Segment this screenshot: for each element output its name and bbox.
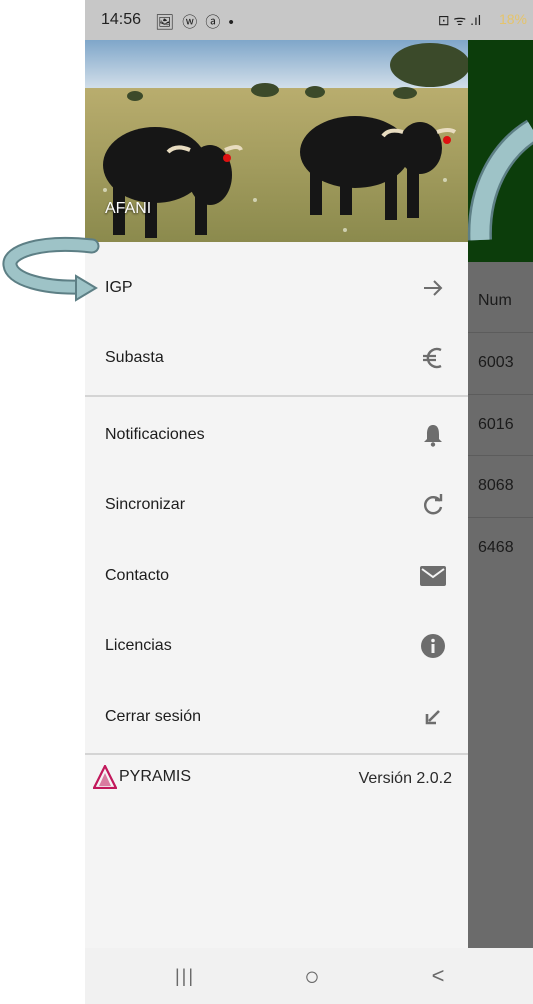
refresh-icon <box>420 492 446 518</box>
menu-item-licencias[interactable]: Licencias <box>85 614 468 678</box>
curved-arrow-igp-icon <box>2 236 100 302</box>
background-app-header <box>468 40 533 262</box>
menu-item-label: Sincronizar <box>105 496 186 513</box>
arrow-down-left-icon <box>420 704 446 730</box>
drawer-header-image: AFANI <box>85 40 468 242</box>
home-icon: ○ <box>304 960 320 991</box>
menu-item-label: Licencias <box>105 637 172 654</box>
background-row-value: 6468 <box>478 539 514 556</box>
menu-item-notificaciones[interactable]: Notificaciones <box>85 403 468 467</box>
footer-divider <box>85 753 468 755</box>
menu-item-label: Cerrar sesión <box>105 708 202 725</box>
menu-item-sincronizar[interactable]: Sincronizar <box>85 473 468 537</box>
background-row-divider <box>468 455 533 456</box>
arrow-right-icon <box>420 275 446 301</box>
menu-item-label: Notificaciones <box>105 426 205 443</box>
background-app: Num 6003 6016 8068 6468 <box>468 0 533 948</box>
pyramid-logo-icon <box>93 765 117 789</box>
drawer-header-label: AFANI <box>105 200 152 217</box>
background-row-value: 6016 <box>478 416 514 433</box>
menu-divider <box>85 395 468 397</box>
menu-item-label: Subasta <box>105 349 164 366</box>
status-bar: 14:56 🖼 ⓦ ⓐ • ⊡ ᯤ .ıl 18% <box>85 0 533 40</box>
menu-item-subasta[interactable]: Subasta <box>85 326 468 390</box>
background-row-value: 8068 <box>478 477 514 494</box>
battery-level: 18% <box>498 11 527 27</box>
back-icon: < <box>431 963 445 988</box>
app-version: Versión 2.0.2 <box>358 770 452 787</box>
menu-item-cerrar-sesion[interactable]: Cerrar sesión <box>85 685 468 749</box>
background-column-header: Num <box>478 292 512 309</box>
signal-icons: ⊡ ᯤ .ıl <box>437 12 481 28</box>
system-navigation-bar: ||| ○ < <box>85 948 533 1004</box>
menu-item-label: Contacto <box>105 567 170 584</box>
navigation-drawer: AFANI IGP Subasta Notificaciones Sincron… <box>85 40 468 948</box>
menu-item-contacto[interactable]: Contacto <box>85 544 468 608</box>
info-icon <box>420 633 446 659</box>
pyramis-logo: PYRAMIS <box>93 765 191 789</box>
notification-icons: 🖼 ⓦ ⓐ • <box>155 14 236 31</box>
euro-icon <box>420 345 446 371</box>
bell-icon <box>420 422 446 448</box>
status-time: 14:56 <box>101 11 142 28</box>
recents-icon: ||| <box>174 965 196 986</box>
menu-item-label: IGP <box>105 279 133 296</box>
recents-button[interactable]: ||| <box>165 962 205 990</box>
mail-icon <box>420 563 446 589</box>
home-button[interactable]: ○ <box>292 960 332 991</box>
menu-item-igp[interactable]: IGP <box>85 256 468 320</box>
background-row-divider <box>468 517 533 518</box>
back-button[interactable]: < <box>418 962 458 990</box>
background-row-divider <box>468 332 533 333</box>
phone-screen: Num 6003 6016 8068 6468 14:56 🖼 ⓦ ⓐ • ⊡ … <box>85 0 533 1004</box>
logo-text: PYRAMIS <box>119 768 192 785</box>
background-row-divider <box>468 394 533 395</box>
background-row-value: 6003 <box>478 354 514 371</box>
